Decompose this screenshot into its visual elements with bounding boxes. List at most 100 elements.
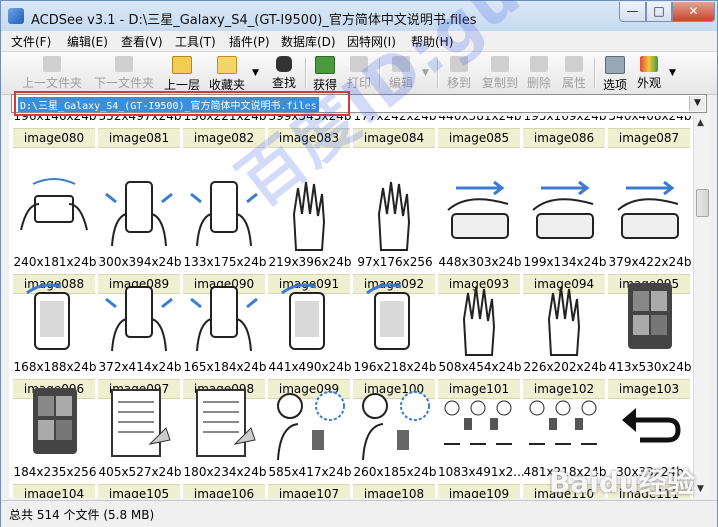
image-filename[interactable]: image080 <box>13 128 95 148</box>
next-folder-button[interactable]: 下一文件夹 <box>89 54 159 92</box>
image-dimensions: 379x422x24b <box>608 255 692 269</box>
image-dimensions: 226x202x24b <box>523 360 607 374</box>
address-dropdown-icon[interactable]: ▼ <box>689 96 705 111</box>
phone-in-hands-icon[interactable] <box>98 174 180 254</box>
image-dimensions: 508x454x24b <box>438 360 522 374</box>
image-dimensions: 240x181x24b <box>13 255 97 269</box>
maximize-button[interactable]: □ <box>646 2 672 22</box>
hand-swipe-icon[interactable] <box>523 174 605 254</box>
options-button[interactable]: 选项 <box>599 54 631 92</box>
image-filename[interactable]: image105 <box>98 484 180 498</box>
prev-folder-button[interactable]: 上一文件夹 <box>17 54 87 92</box>
up-level-label: 上一层 <box>163 78 200 92</box>
phone-tilt-icon[interactable] <box>353 279 435 359</box>
copy-to-label: 复制到 <box>481 76 518 90</box>
favorites-dropdown-icon[interactable]: ▼ <box>252 68 259 78</box>
image-dimensions: 540x408x24b <box>608 116 692 123</box>
appearance-dropdown-icon[interactable]: ▼ <box>669 68 676 78</box>
title-bar[interactable]: ACDSee v3.1 - D:\三星_Galaxy_S4_(GT-I9500)… <box>1 1 717 31</box>
folder-up-icon <box>172 56 192 74</box>
acdsee-app-icon[interactable] <box>8 8 24 24</box>
image-filename[interactable]: image087 <box>608 128 690 148</box>
scroll-down-icon[interactable]: ▼ <box>697 484 704 494</box>
scroll-up-icon[interactable]: ▲ <box>697 118 704 128</box>
head-phone-icon[interactable] <box>353 384 435 464</box>
screen-grid-icon[interactable] <box>13 384 95 464</box>
find-label: 查找 <box>271 76 296 90</box>
options-checklist-icon <box>605 56 625 74</box>
folder-down-icon <box>115 56 133 72</box>
image-dimensions: 413x530x24b <box>608 360 692 374</box>
image-dimensions: 448x303x24b <box>438 255 522 269</box>
thumbnail-pane[interactable]: 196x146x24b image080 352x497x24b image081 15… <box>9 116 693 498</box>
image-filename[interactable]: image085 <box>438 128 520 148</box>
menu-file[interactable]: 文件(F) <box>11 33 51 50</box>
delete-button[interactable]: 删除 <box>523 54 555 92</box>
scrollbar-thumb[interactable] <box>696 189 709 217</box>
binoculars-icon <box>276 56 292 72</box>
palm-icon[interactable] <box>523 279 605 359</box>
folder-up-icon <box>43 56 61 72</box>
phone-tilt-icon[interactable] <box>268 279 350 359</box>
hand-swipe-icon[interactable] <box>438 174 520 254</box>
favorites-button[interactable]: 收藏夹 <box>205 54 249 92</box>
image-dimensions: 184x235x256 <box>13 465 97 479</box>
image-dimensions: 196x146x24b <box>13 116 97 123</box>
baidu-logo: Baidu经验 <box>549 466 695 499</box>
appearance-button[interactable]: 外观 <box>633 54 665 92</box>
copy-to-button[interactable]: 复制到 <box>479 54 521 92</box>
image-dimensions: 195x169x24b <box>523 116 607 123</box>
image-filename[interactable]: image086 <box>523 128 605 148</box>
hands-device-icon[interactable] <box>13 174 95 254</box>
people-strip-icon[interactable] <box>438 384 520 464</box>
image-filename[interactable]: image104 <box>13 484 95 498</box>
vertical-scrollbar[interactable]: ▲ ▼ <box>693 116 710 498</box>
manual-page-icon[interactable] <box>98 384 180 464</box>
image-dimensions: 352x497x24b <box>98 116 182 123</box>
people-strip-icon[interactable] <box>523 384 605 464</box>
minimize-button[interactable]: — <box>619 2 646 22</box>
hand-swipe-icon[interactable] <box>608 174 690 254</box>
delete-x-icon <box>530 56 548 72</box>
favorites-folder-icon <box>217 56 237 74</box>
favorites-label: 收藏夹 <box>208 78 245 92</box>
image-dimensions: 165x184x24b <box>183 360 267 374</box>
menu-edit[interactable]: 编辑(E) <box>67 33 108 50</box>
prev-folder-label: 上一文件夹 <box>21 76 82 90</box>
delete-label: 删除 <box>526 76 551 90</box>
menu-database[interactable]: 数据库(D) <box>281 33 336 50</box>
image-dimensions: 168x188x24b <box>13 360 97 374</box>
phone-in-hands-icon[interactable] <box>98 279 180 359</box>
close-button[interactable]: ✕ <box>672 2 715 22</box>
phone-in-hands-icon[interactable] <box>183 279 265 359</box>
image-dimensions: 405x527x24b <box>98 465 182 479</box>
acdsee-window: ACDSee v3.1 - D:\三星_Galaxy_S4_(GT-I9500)… <box>0 0 718 527</box>
image-filename[interactable]: image081 <box>98 128 180 148</box>
toolbar-separator <box>594 58 596 88</box>
phone-tilt-icon[interactable] <box>13 279 95 359</box>
find-button[interactable]: 查找 <box>267 54 301 92</box>
file-count-status: 总共 514 个文件 (5.8 MB) <box>9 508 155 522</box>
head-phone-icon[interactable] <box>268 384 350 464</box>
manual-page-icon[interactable] <box>183 384 265 464</box>
properties-button[interactable]: 属性 <box>557 54 591 92</box>
image-filename[interactable]: image107 <box>268 484 350 498</box>
menu-view[interactable]: 查看(V) <box>121 33 163 50</box>
image-dimensions: 300x394x24b <box>98 255 182 269</box>
properties-icon <box>565 56 583 72</box>
image-filename[interactable]: image108 <box>353 484 435 498</box>
return-arrow-icon[interactable] <box>608 384 690 464</box>
palm-icon[interactable] <box>353 174 435 254</box>
screen-grid-icon[interactable] <box>608 279 690 359</box>
image-filename[interactable]: image109 <box>438 484 520 498</box>
menu-tools[interactable]: 工具(T) <box>175 33 216 50</box>
image-dimensions: 199x134x24b <box>523 255 607 269</box>
image-dimensions: 440x381x24b <box>438 116 522 123</box>
menu-plugins[interactable]: 插件(P) <box>229 33 270 50</box>
image-dimensions: 260x185x24b <box>353 465 437 479</box>
palm-icon[interactable] <box>438 279 520 359</box>
image-dimensions: 196x218x24b <box>353 360 437 374</box>
image-filename[interactable]: image106 <box>183 484 265 498</box>
up-level-button[interactable]: 上一层 <box>161 54 203 92</box>
copy-icon <box>491 56 509 72</box>
